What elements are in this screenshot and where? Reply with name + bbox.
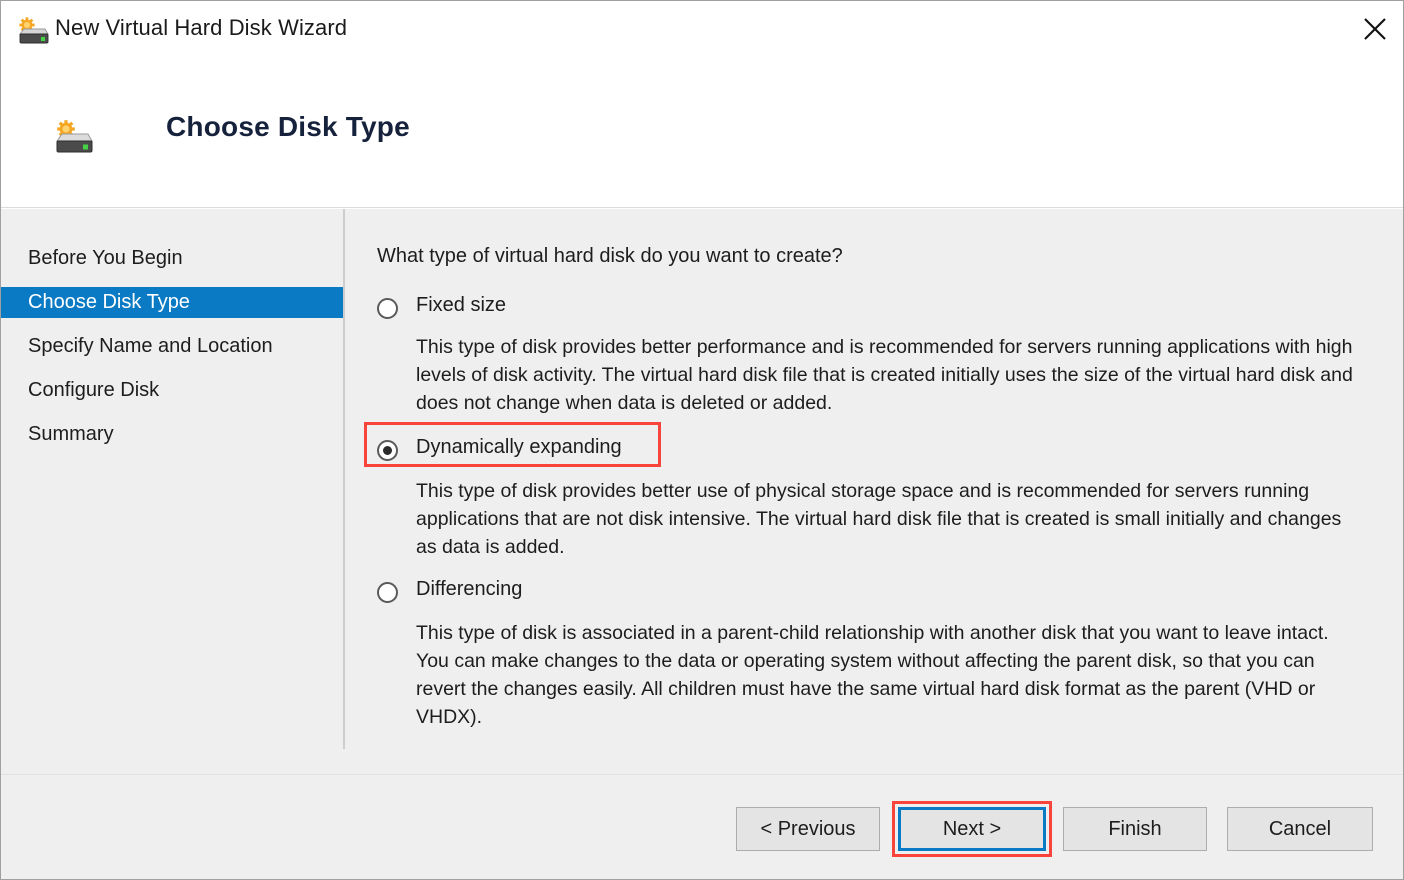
sidebar-item-label: Configure Disk (28, 379, 160, 401)
option-label-fixed-size[interactable]: Fixed size (416, 294, 506, 317)
sidebar-item-configure-disk[interactable]: Configure Disk (1, 375, 343, 406)
sidebar-item-label: Summary (28, 423, 114, 445)
wizard-footer: < Previous Next > Finish Cancel (1, 774, 1403, 879)
sidebar-item-label: Choose Disk Type (28, 291, 190, 313)
next-button[interactable]: Next > (898, 807, 1046, 851)
option-differencing: Differencing This type of disk is associ… (345, 577, 1365, 728)
sidebar-item-choose-disk-type[interactable]: Choose Disk Type (1, 287, 343, 318)
option-description-fixed-size: This type of disk provides better perfor… (416, 336, 1353, 414)
option-dynamically-expanding: Dynamically expanding This type of disk … (345, 435, 1365, 558)
sidebar-item-summary[interactable]: Summary (1, 419, 343, 450)
previous-button[interactable]: < Previous (736, 807, 880, 851)
option-description-differencing: This type of disk is associated in a par… (416, 622, 1329, 728)
wizard-header: Choose Disk Type (1, 63, 1403, 208)
close-icon[interactable] (1347, 1, 1403, 57)
option-label-differencing[interactable]: Differencing (416, 578, 522, 601)
sidebar-item-label: Specify Name and Location (28, 335, 273, 357)
option-label-dynamically-expanding[interactable]: Dynamically expanding (416, 436, 622, 459)
title-bar: New Virtual Hard Disk Wizard (1, 1, 1403, 63)
sidebar-item-label: Before You Begin (28, 247, 183, 269)
radio-dynamically-expanding[interactable] (377, 440, 398, 461)
disk-type-pane: What type of virtual hard disk do you wa… (345, 209, 1403, 774)
hard-disk-new-icon (51, 117, 93, 159)
hard-disk-new-icon (15, 16, 49, 48)
option-description-dynamically-expanding: This type of disk provides better use of… (416, 480, 1342, 558)
option-fixed-size: Fixed size This type of disk provides be… (345, 293, 1365, 414)
wizard-window: New Virtual Hard Disk Wizard Choose Disk… (0, 0, 1404, 880)
radio-differencing[interactable] (377, 582, 398, 603)
window-title: New Virtual Hard Disk Wizard (55, 15, 348, 40)
radio-fixed-size[interactable] (377, 298, 398, 319)
finish-button[interactable]: Finish (1063, 807, 1207, 851)
wizard-steps-sidebar: Before You Begin Choose Disk Type Specif… (1, 209, 343, 774)
sidebar-item-before-you-begin[interactable]: Before You Begin (1, 243, 343, 274)
cancel-button[interactable]: Cancel (1227, 807, 1373, 851)
wizard-body: Before You Begin Choose Disk Type Specif… (1, 209, 1403, 774)
prompt-text: What type of virtual hard disk do you wa… (377, 245, 843, 267)
page-title: Choose Disk Type (166, 111, 410, 142)
sidebar-item-specify-name-and-location[interactable]: Specify Name and Location (1, 331, 343, 362)
